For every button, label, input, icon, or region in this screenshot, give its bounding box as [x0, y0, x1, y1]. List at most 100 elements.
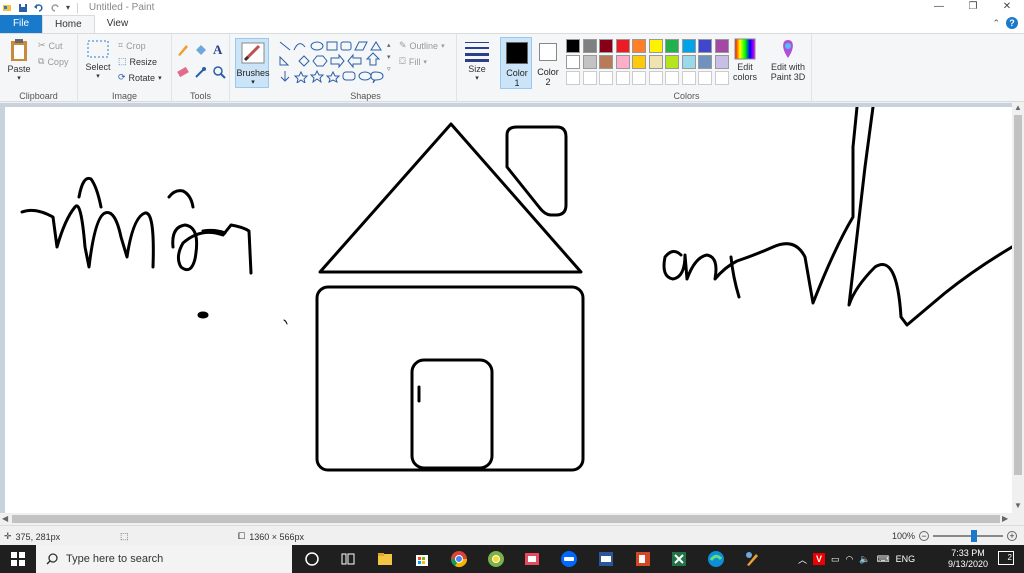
notification-center-button[interactable]: 2 — [998, 551, 1014, 565]
battery-icon[interactable]: ▭ — [831, 554, 840, 565]
custom-color-slot[interactable] — [566, 71, 580, 85]
color2-button[interactable]: Color 2 — [534, 37, 562, 89]
magnifier-icon[interactable] — [212, 65, 226, 79]
paint3d-button[interactable]: Edit with Paint 3D — [766, 38, 810, 82]
scroll-up-icon[interactable]: ▲ — [1014, 103, 1022, 112]
palette-swatch[interactable] — [714, 39, 729, 53]
color-picker-icon[interactable] — [194, 65, 208, 79]
palette-swatch[interactable] — [615, 39, 630, 53]
custom-color-slot[interactable] — [648, 71, 663, 85]
fill-button[interactable]: ⛋ Fill ▾ — [399, 56, 427, 67]
paste-dropdown-icon[interactable]: ▾ — [4, 74, 34, 82]
outline-button[interactable]: ✎ Outline ▾ — [399, 40, 445, 51]
custom-color-slot[interactable] — [665, 71, 679, 85]
copy-button[interactable]: ⧉ Copy — [38, 56, 68, 67]
select-dropdown-icon[interactable]: ▾ — [84, 72, 112, 80]
palette-swatch[interactable] — [665, 55, 679, 69]
custom-color-slot[interactable] — [615, 71, 630, 85]
save-icon[interactable] — [18, 3, 28, 13]
custom-color-slot[interactable] — [632, 71, 646, 85]
color1-button[interactable]: Color 1 — [500, 37, 532, 89]
chrome-canary-icon[interactable] — [487, 550, 505, 568]
collapse-ribbon-icon[interactable]: ⌃ — [992, 18, 1000, 29]
zoom-in-icon[interactable]: + — [1007, 531, 1018, 541]
paste-button[interactable]: Paste ▾ — [4, 38, 34, 82]
chrome-icon[interactable] — [450, 550, 468, 568]
palette-swatch[interactable] — [665, 39, 679, 53]
excel-icon[interactable] — [670, 550, 688, 568]
zoom-slider[interactable] — [933, 530, 1004, 542]
edge-icon[interactable] — [707, 550, 725, 568]
paint-taskbar-icon[interactable] — [744, 550, 762, 568]
undo-icon[interactable] — [34, 3, 44, 13]
tab-home[interactable]: Home — [42, 15, 95, 33]
palette-swatch[interactable] — [615, 55, 630, 69]
taskbar-search[interactable]: Type here to search — [36, 545, 292, 573]
zoom-out-icon[interactable]: − — [919, 531, 930, 541]
resize-button[interactable]: ⬚ Resize — [118, 56, 157, 67]
palette-swatch[interactable] — [582, 39, 597, 53]
palette-swatch[interactable] — [566, 55, 580, 69]
clock[interactable]: 7:33 PM 9/13/2020 — [948, 548, 988, 570]
scroll-left-icon[interactable]: ◀ — [2, 514, 8, 523]
zoom-slider-thumb[interactable] — [971, 530, 978, 542]
store-icon[interactable] — [413, 550, 431, 568]
shapes-gallery[interactable] — [277, 39, 389, 83]
pencil-icon[interactable] — [176, 43, 190, 57]
palette-swatch[interactable] — [599, 55, 613, 69]
palette-swatch[interactable] — [648, 55, 663, 69]
palette-swatch[interactable] — [632, 55, 646, 69]
language-indicator[interactable]: ENG — [896, 554, 916, 564]
cut-button[interactable]: ✂ Cut — [38, 40, 63, 51]
custom-color-slot[interactable] — [698, 71, 712, 85]
antivirus-icon[interactable]: V — [813, 553, 826, 565]
custom-color-slot[interactable] — [599, 71, 613, 85]
horizontal-scrollbar[interactable]: ◀ ▶ — [0, 513, 1012, 525]
palette-swatch[interactable] — [582, 55, 597, 69]
scroll-right-icon[interactable]: ▶ — [1002, 514, 1008, 523]
fill-bucket-icon[interactable] — [194, 43, 208, 57]
tray-chevron-icon[interactable]: ︿ — [798, 553, 807, 566]
file-explorer-icon[interactable] — [376, 550, 394, 568]
shapes-scroll-arrows[interactable]: ▴ ▾ ▿ — [387, 40, 391, 76]
palette-swatch[interactable] — [698, 55, 712, 69]
minimize-button[interactable]: — — [922, 0, 956, 15]
task-view-icon[interactable] — [339, 550, 357, 568]
volume-icon[interactable]: 🔈 — [859, 554, 870, 565]
drawing-canvas[interactable] — [5, 105, 1012, 513]
palette-swatch[interactable] — [648, 39, 663, 53]
word-icon[interactable] — [597, 550, 615, 568]
help-icon[interactable]: ? — [1006, 17, 1018, 29]
palette-swatch[interactable] — [698, 39, 712, 53]
keyboard-icon[interactable]: ⌨ — [877, 554, 890, 565]
eraser-icon[interactable] — [176, 65, 190, 79]
select-button[interactable]: Select ▾ — [84, 40, 112, 80]
palette-swatch[interactable] — [681, 39, 696, 53]
custom-color-slot[interactable] — [681, 71, 696, 85]
vertical-scrollbar[interactable]: ▲ ▼ — [1012, 103, 1024, 513]
palette-swatch[interactable] — [681, 55, 696, 69]
palette-swatch[interactable] — [566, 39, 580, 53]
powerpoint-icon[interactable] — [634, 550, 652, 568]
snipping-tool-icon[interactable] — [523, 550, 541, 568]
palette-swatch[interactable] — [599, 39, 613, 53]
custom-color-slot[interactable] — [582, 71, 597, 85]
customize-toolbar-icon[interactable]: ▾ — [66, 3, 70, 12]
start-button[interactable] — [0, 545, 36, 573]
crop-button[interactable]: ⌗ Crop — [118, 40, 146, 51]
rotate-button[interactable]: ⟳ Rotate ▾ — [118, 72, 162, 83]
palette-swatch[interactable] — [632, 39, 646, 53]
palette-swatch[interactable] — [714, 55, 729, 69]
maximize-button[interactable]: ❐ — [956, 0, 990, 15]
tab-view[interactable]: View — [95, 15, 141, 33]
text-tool-icon[interactable]: A — [213, 42, 222, 58]
brushes-button[interactable]: Brushes ▾ — [235, 38, 270, 88]
tab-file[interactable]: File — [0, 15, 42, 33]
horizontal-scroll-thumb[interactable] — [12, 515, 1000, 523]
close-button[interactable]: ✕ — [990, 0, 1024, 15]
scroll-down-icon[interactable]: ▼ — [1014, 501, 1022, 510]
edit-colors-button[interactable]: Edit colors — [728, 38, 762, 82]
wifi-icon[interactable]: ◠ — [846, 554, 854, 565]
redo-icon[interactable] — [50, 3, 60, 13]
zalo-icon[interactable] — [560, 550, 578, 568]
